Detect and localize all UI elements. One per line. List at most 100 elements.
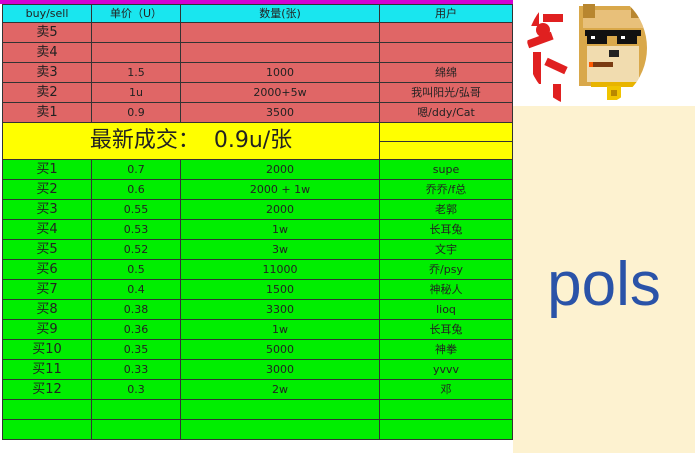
- header-qty[interactable]: 数量(张): [180, 4, 380, 23]
- cell-qty[interactable]: [180, 399, 380, 420]
- cell-qty[interactable]: 3w: [180, 239, 380, 260]
- cell-qty[interactable]: 3300: [180, 299, 380, 320]
- buy-order-row: 买9 0.36 1w 长耳兔: [2, 319, 513, 340]
- cell-user[interactable]: 邓: [379, 379, 513, 400]
- cell-price[interactable]: 0.36: [91, 319, 181, 340]
- cell-user[interactable]: 文宇: [379, 239, 513, 260]
- order-book-table: buy/sell 单价（U） 数量(张) 用户 卖5 卖4 卖3 1.5 1000 绵绵卖…: [2, 4, 513, 440]
- cell-price[interactable]: 0.5: [91, 259, 181, 280]
- cell-side[interactable]: 卖5: [2, 22, 92, 43]
- cell-side[interactable]: 买7: [2, 279, 92, 300]
- cell-user[interactable]: 老郭: [379, 199, 513, 220]
- cell-user[interactable]: 长耳兔: [379, 319, 513, 340]
- cell-side[interactable]: 买8: [2, 299, 92, 320]
- header-price[interactable]: 单价（U）: [91, 4, 181, 23]
- header-side[interactable]: buy/sell: [2, 4, 92, 23]
- buy-order-row: 买12 0.3 2w 邓: [2, 379, 513, 400]
- buy-order-row: 买3 0.55 2000 老郭: [2, 199, 513, 220]
- cell-user[interactable]: 神拳: [379, 339, 513, 360]
- cell-user[interactable]: supe: [379, 159, 513, 180]
- buy-order-row: 买2 0.6 2000 + 1w 乔乔/f总: [2, 179, 513, 200]
- cell-price[interactable]: 0.35: [91, 339, 181, 360]
- last-trade-row: 最新成交： 0.9u/张: [2, 122, 513, 160]
- last-trade-label: 最新成交：: [89, 128, 200, 153]
- cell-price[interactable]: [91, 399, 181, 420]
- cell-side[interactable]: 卖3: [2, 62, 92, 83]
- cell-price[interactable]: 0.3: [91, 379, 181, 400]
- cell-side[interactable]: [2, 419, 92, 440]
- cell-side[interactable]: 买12: [2, 379, 92, 400]
- cell-user[interactable]: 神秘人: [379, 279, 513, 300]
- cell-qty[interactable]: 2000 + 1w: [180, 179, 380, 200]
- cell-price[interactable]: 0.9: [91, 102, 181, 123]
- cell-qty[interactable]: 2000: [180, 159, 380, 180]
- buy-order-row: 买10 0.35 5000 神拳: [2, 339, 513, 360]
- sell-order-row: 卖4: [2, 42, 513, 63]
- cell-user[interactable]: [379, 419, 513, 440]
- cell-side[interactable]: 买11: [2, 359, 92, 380]
- cell-qty[interactable]: 3500: [180, 102, 380, 123]
- cell-qty[interactable]: [180, 419, 380, 440]
- last-trade-banner: 最新成交： 0.9u/张: [2, 122, 380, 160]
- cell-price[interactable]: 0.38: [91, 299, 181, 320]
- cell-user[interactable]: 我叫阳光/弘哥: [379, 82, 513, 103]
- cell-user[interactable]: 绵绵: [379, 62, 513, 83]
- cell-side[interactable]: 买2: [2, 179, 92, 200]
- cell-user[interactable]: 长耳兔: [379, 219, 513, 240]
- cell-user[interactable]: yvvv: [379, 359, 513, 380]
- cell-price[interactable]: 1.5: [91, 62, 181, 83]
- cell-price[interactable]: [91, 419, 181, 440]
- cell-user[interactable]: 乔/psy: [379, 259, 513, 280]
- cell-qty[interactable]: 1w: [180, 219, 380, 240]
- cell-price[interactable]: 1u: [91, 82, 181, 103]
- cell-qty[interactable]: 1000: [180, 62, 380, 83]
- header-user[interactable]: 用户: [379, 4, 513, 23]
- cell-qty[interactable]: 2000+5w: [180, 82, 380, 103]
- cell-user[interactable]: [379, 140, 513, 160]
- buy-order-row: 买4 0.53 1w 长耳兔: [2, 219, 513, 240]
- cell-user[interactable]: [379, 42, 513, 63]
- cell-qty[interactable]: 2w: [180, 379, 380, 400]
- cell-user[interactable]: [379, 122, 513, 142]
- cell-qty[interactable]: 2000: [180, 199, 380, 220]
- cell-price[interactable]: [91, 22, 181, 43]
- cell-side[interactable]: 买3: [2, 199, 92, 220]
- cell-side[interactable]: 买1: [2, 159, 92, 180]
- cell-price[interactable]: 0.7: [91, 159, 181, 180]
- cell-price[interactable]: 0.6: [91, 179, 181, 200]
- cell-price[interactable]: 0.33: [91, 359, 181, 380]
- buy-order-row: 买8 0.38 3300 lioq: [2, 299, 513, 320]
- buy-order-row: 买7 0.4 1500 神秘人: [2, 279, 513, 300]
- cell-qty[interactable]: 1w: [180, 319, 380, 340]
- cell-qty[interactable]: [180, 22, 380, 43]
- spreadsheet-view: buy/sell 单价（U） 数量(张) 用户 卖5 卖4 卖3 1.5 1000 绵绵卖…: [0, 0, 695, 453]
- cell-qty[interactable]: [180, 42, 380, 63]
- buy-order-row: [2, 419, 513, 440]
- cell-side[interactable]: 买9: [2, 319, 92, 340]
- cell-user[interactable]: 嗯/ddy/Cat: [379, 102, 513, 123]
- cell-side[interactable]: 卖2: [2, 82, 92, 103]
- cell-user[interactable]: lioq: [379, 299, 513, 320]
- cell-qty[interactable]: 11000: [180, 259, 380, 280]
- brand-text: pols: [547, 250, 661, 319]
- sell-order-row: 卖3 1.5 1000 绵绵: [2, 62, 513, 83]
- cell-user[interactable]: 乔乔/f总: [379, 179, 513, 200]
- cell-user[interactable]: [379, 22, 513, 43]
- cell-price[interactable]: 0.4: [91, 279, 181, 300]
- cell-user[interactable]: [379, 399, 513, 420]
- cell-qty[interactable]: 3000: [180, 359, 380, 380]
- cell-side[interactable]: 卖1: [2, 102, 92, 123]
- cell-price[interactable]: 0.52: [91, 239, 181, 260]
- cell-side[interactable]: 卖4: [2, 42, 92, 63]
- cell-side[interactable]: 买4: [2, 219, 92, 240]
- cell-side[interactable]: 买6: [2, 259, 92, 280]
- cell-price[interactable]: 0.53: [91, 219, 181, 240]
- cell-qty[interactable]: 1500: [180, 279, 380, 300]
- cell-price[interactable]: [91, 42, 181, 63]
- cell-qty[interactable]: 5000: [180, 339, 380, 360]
- cell-side[interactable]: 买10: [2, 339, 92, 360]
- cell-side[interactable]: [2, 399, 92, 420]
- cell-price[interactable]: 0.55: [91, 199, 181, 220]
- cell-side[interactable]: 买5: [2, 239, 92, 260]
